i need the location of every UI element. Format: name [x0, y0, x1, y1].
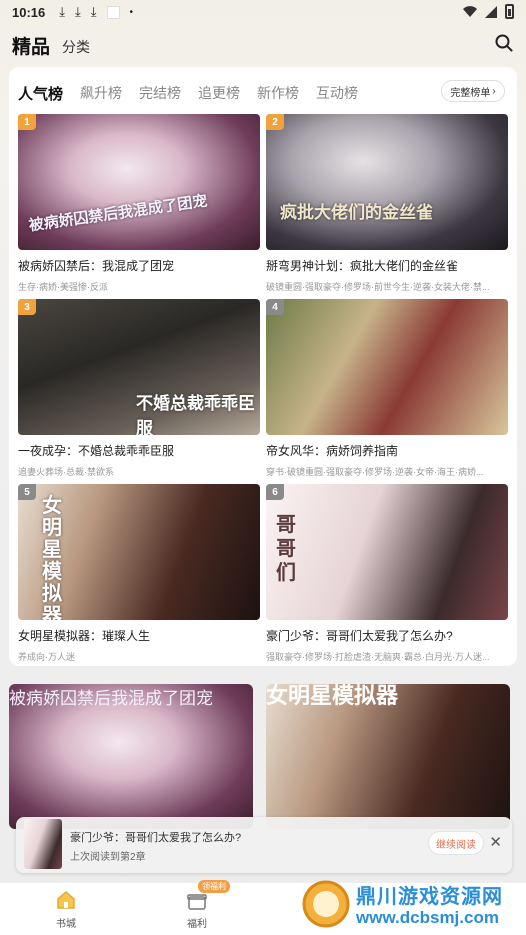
continue-reading-bar[interactable]: 豪门少爷：哥哥们太爱我了怎么办? 上次阅读到第2章 继续阅读 ✕ [16, 817, 512, 873]
book-tags: 养成向·万人迷 [18, 652, 75, 662]
download-icon: ⤓ [75, 4, 81, 19]
watermark: 鼎川游戏资源网 www.dcbsmj.com [298, 874, 526, 934]
battery-icon [505, 4, 514, 19]
close-icon[interactable]: ✕ [489, 833, 502, 851]
tab-new[interactable]: 新作榜 [257, 83, 299, 104]
download-icon: ⤓ [59, 4, 65, 19]
full-rank-button[interactable]: 完整榜单 › [441, 80, 505, 102]
watermark-text: 鼎川游戏资源网 [356, 886, 503, 908]
welfare-badge: 领福利 [198, 880, 230, 893]
book-tags: 强取豪夺·修罗场·打脸虐渣·无脑爽·霸总·白月光·万人迷... [266, 652, 490, 662]
tab-interactive[interactable]: 互动榜 [316, 83, 358, 104]
book-cover[interactable]: 女明星模拟器 [266, 684, 510, 829]
status-time: 10:16 [12, 4, 46, 20]
tab-category[interactable]: 分类 [62, 37, 90, 57]
download-icon: ⤓ [90, 4, 97, 19]
home-icon [57, 891, 75, 909]
book-title[interactable]: 女明星模拟器：璀璨人生 [18, 627, 260, 644]
watermark-logo-icon [302, 880, 350, 928]
book-cover[interactable]: 6 哥哥们 [266, 484, 508, 620]
cover-title: 不婚总裁乖乖臣服 [136, 394, 255, 435]
tab-completed[interactable]: 完结榜 [139, 83, 181, 104]
tab-rising[interactable]: 飙升榜 [80, 83, 122, 104]
cover-title: 疯批大佬们的金丝雀 [280, 203, 433, 223]
book-item[interactable]: 5 女明星模拟器 女明星模拟器：璀璨人生 养成向·万人迷 [18, 484, 260, 663]
book-cover[interactable]: 2 疯批大佬们的金丝雀 [266, 114, 508, 250]
book-title[interactable]: 一夜成孕：不婚总裁乖乖臣服 [18, 442, 260, 459]
book-item[interactable]: 2 疯批大佬们的金丝雀 掰弯男神计划：疯批大佬们的金丝雀 破镜重圆·强取豪夺·修… [266, 114, 508, 293]
book-cover[interactable]: 被病娇囚禁后我混成了团宠 [9, 684, 253, 829]
tab-popular[interactable]: 人气榜 [18, 83, 63, 104]
nav-welfare[interactable]: 福利 [167, 889, 227, 930]
wifi-icon [463, 5, 477, 17]
nav-bookstore[interactable]: 书城 [36, 889, 96, 930]
dot-icon: • [129, 6, 134, 18]
book-cover[interactable]: 4 [266, 299, 508, 435]
cover-title: 女明星模拟器 [266, 684, 399, 709]
rank-tabs: 人气榜 飙升榜 完结榜 追更榜 新作榜 互动榜 [18, 83, 358, 104]
notification-icon [106, 5, 120, 19]
book-cover[interactable]: 5 女明星模拟器 [18, 484, 260, 620]
rank-badge: 6 [266, 484, 284, 500]
book-title[interactable]: 掰弯男神计划：疯批大佬们的金丝雀 [266, 257, 508, 274]
rank-badge: 3 [18, 299, 36, 315]
continue-subtitle: 上次阅读到第2章 [70, 852, 146, 863]
rank-badge: 5 [18, 484, 36, 500]
book-title[interactable]: 豪门少爷：哥哥们太爱我了怎么办? [266, 627, 508, 644]
continue-title: 豪门少爷：哥哥们太爱我了怎么办? [70, 832, 242, 844]
book-item[interactable]: 6 哥哥们 豪门少爷：哥哥们太爱我了怎么办? 强取豪夺·修罗场·打脸虐渣·无脑爽… [266, 484, 508, 663]
search-icon[interactable] [494, 33, 514, 53]
book-item[interactable]: 3 不婚总裁乖乖臣服 一夜成孕：不婚总裁乖乖臣服 追妻火葬场·总裁·禁欲系 [18, 299, 260, 478]
status-bar: 10:16 ⤓ ⤓ ⤓ • [0, 0, 526, 24]
cover-title: 被病娇囚禁后我混成了团宠 [9, 689, 213, 708]
book-tags: 穿书·破镜重圆·强取豪夺·修罗场·逆袭·女帝·海王·病娇... [266, 467, 484, 477]
top-nav: 精品 分类 [0, 30, 526, 58]
chevron-right-icon: › [492, 85, 496, 97]
signal-icon [485, 5, 497, 18]
nav-bookstore-label: 书城 [56, 919, 76, 930]
book-cover[interactable]: 1 被病娇囚禁后我混成了团宠 [18, 114, 260, 250]
continue-thumb[interactable] [24, 819, 62, 869]
rank-badge: 2 [266, 114, 284, 130]
cover-title: 被病娇囚禁后我混成了团宠 [27, 191, 209, 235]
cover-title: 女明星模拟器 [42, 493, 62, 620]
tab-featured[interactable]: 精品 [12, 32, 50, 59]
cover-title: 哥哥们 [276, 512, 296, 584]
ranking-card: 人气榜 飙升榜 完结榜 追更榜 新作榜 互动榜 完整榜单 › 1 被病娇囚禁后我… [9, 67, 517, 666]
continue-reading-button[interactable]: 继续阅读 [428, 831, 484, 855]
book-tags: 生存·病娇·美强惨·反派 [18, 282, 108, 292]
book-cover[interactable]: 3 不婚总裁乖乖臣服 [18, 299, 260, 435]
book-tags: 破镜重圆·强取豪夺·修罗场·前世今生·逆袭·女装大佬·禁... [266, 282, 490, 292]
rank-badge: 1 [18, 114, 36, 130]
book-title[interactable]: 帝女风华：病娇饲养指南 [266, 442, 508, 459]
nav-welfare-label: 福利 [187, 919, 207, 930]
book-item[interactable]: 1 被病娇囚禁后我混成了团宠 被病娇囚禁后：我混成了团宠 生存·病娇·美强惨·反… [18, 114, 260, 293]
full-rank-label: 完整榜单 [450, 87, 491, 99]
book-item[interactable]: 4 帝女风华：病娇饲养指南 穿书·破镜重圆·强取豪夺·修罗场·逆袭·女帝·海王·… [266, 299, 508, 478]
book-tags: 追妻火葬场·总裁·禁欲系 [18, 467, 114, 477]
rank-badge: 4 [266, 299, 284, 315]
tab-following[interactable]: 追更榜 [198, 83, 240, 104]
watermark-url: www.dcbsmj.com [356, 908, 499, 927]
book-title[interactable]: 被病娇囚禁后：我混成了团宠 [18, 257, 260, 274]
